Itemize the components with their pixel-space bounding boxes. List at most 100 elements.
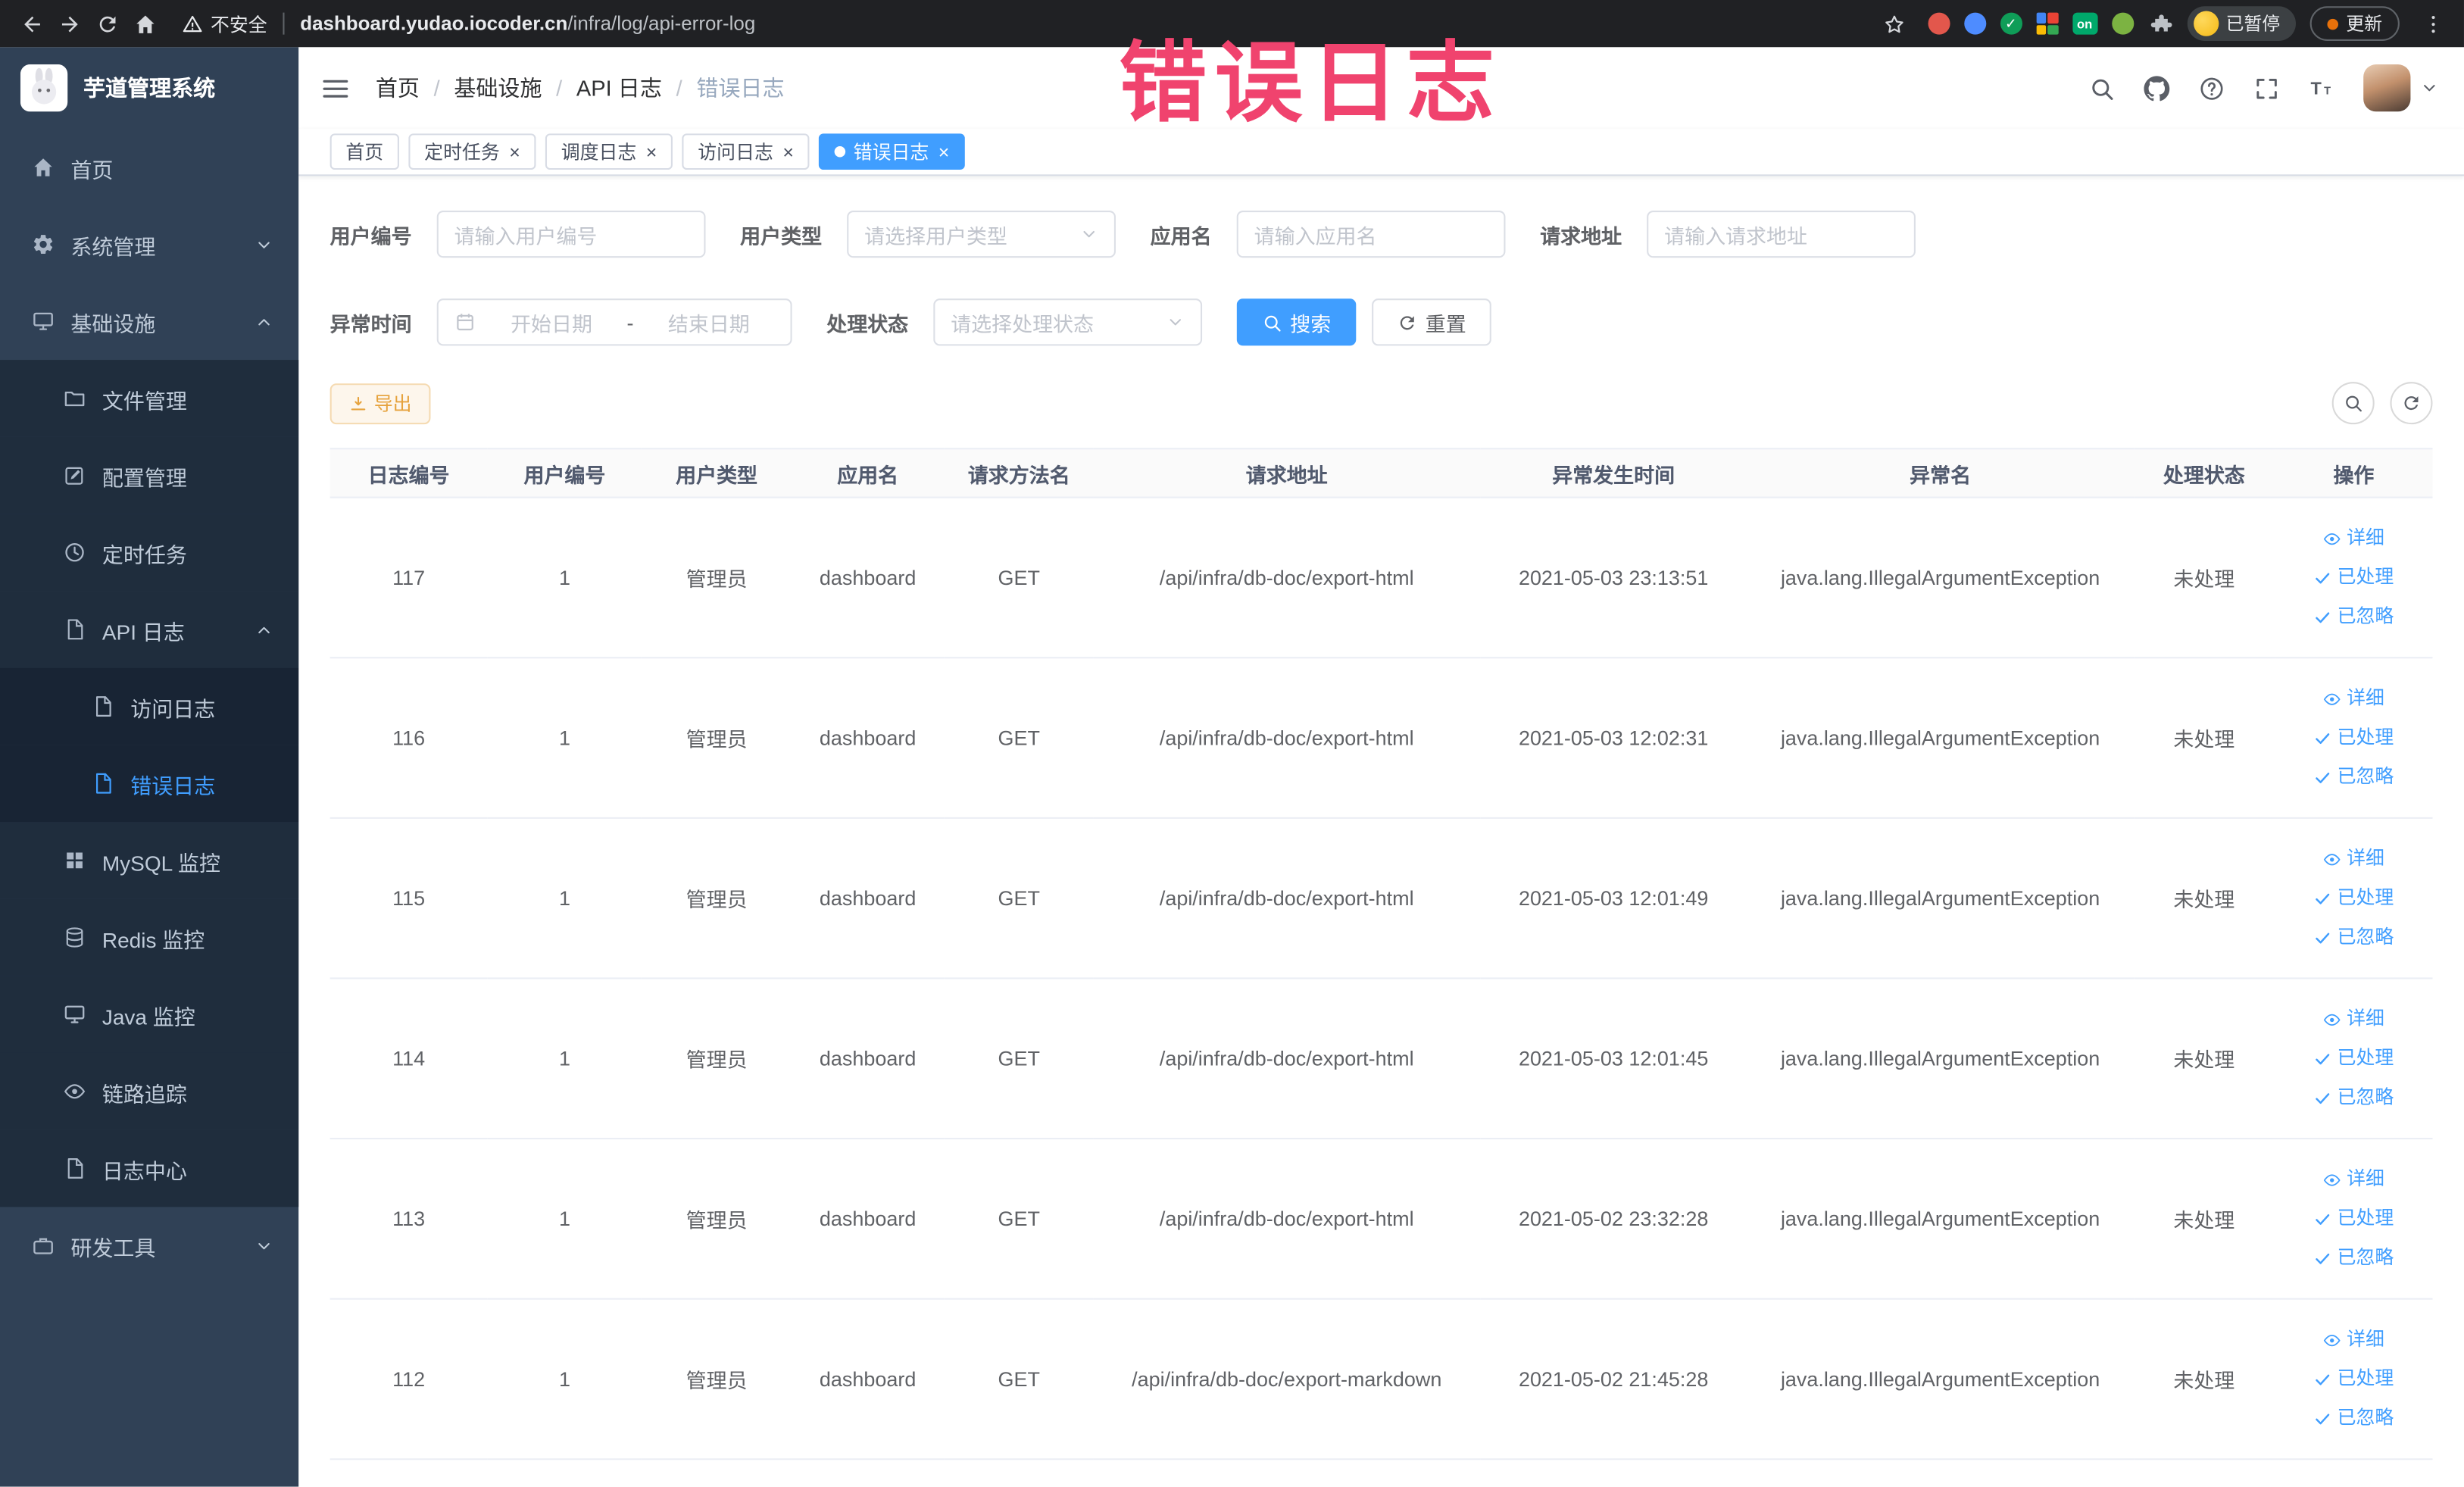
table-row: 113 1 管理员 dashboard GET/api/infra/db-doc/exp…: [329, 1139, 2433, 1300]
action-detail-link[interactable]: 详细: [2281, 839, 2426, 879]
font-size-button[interactable]: TT: [2309, 75, 2335, 102]
extension-blue-icon[interactable]: [1963, 12, 1986, 35]
action-ignored-link[interactable]: 已忽略: [2281, 1078, 2426, 1117]
profile-paused-chip[interactable]: 已暂停: [2186, 6, 2296, 41]
toggle-search-button[interactable]: [2331, 382, 2375, 425]
close-icon[interactable]: ×: [646, 142, 657, 161]
sidebar-item-job[interactable]: 定时任务: [0, 514, 299, 592]
chevron-down-icon: [255, 1236, 273, 1255]
extension-green-check-icon[interactable]: ✓: [2000, 12, 2022, 35]
app-title: 芋道管理系统: [83, 75, 216, 101]
action-ignored-link[interactable]: 已忽略: [2281, 1239, 2426, 1278]
breadcrumb-item[interactable]: 基础设施: [454, 72, 542, 103]
action-processed-link[interactable]: 已处理: [2281, 1039, 2426, 1078]
search-button[interactable]: [2088, 75, 2115, 102]
date-range-input[interactable]: 开始日期 - 结束日期: [436, 298, 792, 346]
sidebar-item-home[interactable]: 首页: [0, 129, 298, 206]
refresh-table-button[interactable]: [2390, 382, 2433, 425]
bookmark-star-icon[interactable]: [1875, 5, 1913, 42]
close-icon[interactable]: ×: [782, 142, 794, 161]
cell-user-id: 1: [487, 1139, 642, 1300]
action-detail-link[interactable]: 详细: [2281, 519, 2426, 558]
action-label: 已忽略: [2337, 925, 2394, 948]
extension-on-badge[interactable]: on: [2072, 12, 2097, 35]
action-label: 已处理: [2337, 1046, 2394, 1069]
github-button[interactable]: [2144, 75, 2170, 102]
close-icon[interactable]: ×: [938, 142, 950, 161]
app-name-input[interactable]: 请输入应用名: [1236, 210, 1506, 258]
filter-row-2: 异常时间 开始日期 - 结束日期 处理状态 请选择处理状态 搜索 重置: [330, 298, 2433, 346]
tab-job-log[interactable]: 调度日志 ×: [545, 133, 673, 170]
site-security-indicator[interactable]: 不安全: [183, 10, 267, 36]
sidebar-item-error-log[interactable]: 错误日志: [0, 745, 299, 823]
action-processed-link[interactable]: 已处理: [2281, 718, 2426, 758]
sidebar-item-mysql[interactable]: MySQL 监控: [0, 822, 299, 899]
app-logo[interactable]: 芋道管理系统: [0, 47, 298, 129]
sidebar-item-label: 文件管理: [101, 389, 187, 413]
sidebar-toggle-button[interactable]: [320, 73, 350, 102]
browser-refresh-button[interactable]: [88, 5, 126, 42]
extension-puzzle-icon[interactable]: [2147, 11, 2172, 36]
browser-home-button[interactable]: [126, 5, 164, 42]
action-processed-link[interactable]: 已处理: [2281, 1199, 2426, 1239]
browser-update-button[interactable]: 更新: [2309, 6, 2400, 41]
browser-menu-button[interactable]: [2414, 5, 2452, 42]
document-icon: [63, 617, 86, 641]
help-button[interactable]: [2198, 75, 2225, 102]
download-icon: [349, 394, 368, 413]
action-processed-link[interactable]: 已处理: [2281, 879, 2426, 918]
browser-back-button[interactable]: [13, 5, 51, 42]
action-ignored-link[interactable]: 已忽略: [2281, 758, 2426, 797]
extension-grid-icon[interactable]: [2036, 12, 2059, 35]
sidebar-item-access-log[interactable]: 访问日志: [0, 667, 299, 745]
sidebar-item-trace[interactable]: 链路追踪: [0, 1052, 299, 1130]
action-detail-link[interactable]: 详细: [2281, 1160, 2426, 1199]
sidebar-item-redis[interactable]: Redis 监控: [0, 898, 299, 976]
chevron-down-icon[interactable]: [2420, 79, 2439, 98]
action-processed-link[interactable]: 已处理: [2281, 1360, 2426, 1399]
tab-access-log[interactable]: 访问日志 ×: [682, 133, 810, 170]
table-row: 116 1 管理员 dashboard GET/api/infra/db-doc/exp…: [329, 658, 2433, 819]
process-status-select[interactable]: 请选择处理状态: [933, 298, 1203, 346]
reset-button[interactable]: 重置: [1372, 298, 1491, 346]
breadcrumb-item[interactable]: 首页: [376, 72, 420, 103]
address-bar[interactable]: dashboard.yudao.iocoder.cn/infra/log/api…: [300, 13, 755, 35]
sidebar-item-api-log[interactable]: API 日志: [0, 591, 299, 668]
tab-error-log[interactable]: 错误日志 ×: [819, 133, 966, 170]
tab-home[interactable]: 首页: [329, 133, 399, 170]
request-url-input[interactable]: 请输入请求地址: [1647, 210, 1916, 258]
cell-exception: java.lang.IllegalArgumentException: [1747, 1139, 2134, 1300]
user-type-select[interactable]: 请选择用户类型: [847, 210, 1116, 258]
action-detail-link[interactable]: 详细: [2281, 679, 2426, 718]
close-icon[interactable]: ×: [509, 142, 520, 161]
user-avatar[interactable]: [2363, 64, 2411, 112]
action-detail-link[interactable]: 详细: [2281, 1320, 2426, 1360]
extension-leaf-icon[interactable]: [2111, 12, 2134, 35]
tab-job[interactable]: 定时任务 ×: [408, 133, 536, 170]
search-button-label: 搜索: [1290, 311, 1332, 336]
cell-id: 117: [329, 497, 488, 659]
action-ignored-link[interactable]: 已忽略: [2281, 918, 2426, 957]
action-ignored-link[interactable]: 已忽略: [2281, 1398, 2426, 1438]
sidebar-item-dev-tools[interactable]: 研发工具: [0, 1207, 298, 1284]
export-button[interactable]: 导出: [329, 383, 431, 424]
sidebar-item-java[interactable]: Java 监控: [0, 976, 299, 1053]
browser-forward-button[interactable]: [50, 5, 88, 42]
cell-app: dashboard: [791, 817, 945, 979]
sidebar-item-config[interactable]: 配置管理: [0, 436, 299, 514]
action-detail-link[interactable]: 详细: [2281, 999, 2426, 1039]
action-ignored-link[interactable]: 已忽略: [2281, 597, 2426, 636]
extension-red-icon[interactable]: [1927, 12, 1950, 35]
tab-label: 错误日志: [853, 141, 929, 164]
sidebar-item-system[interactable]: 系统管理: [0, 206, 298, 283]
sidebar-item-infra[interactable]: 基础设施: [0, 283, 298, 360]
action-processed-link[interactable]: 已处理: [2281, 558, 2426, 597]
breadcrumb-item[interactable]: API 日志: [576, 72, 662, 103]
fullscreen-button[interactable]: [2253, 75, 2280, 102]
sidebar-item-log-center[interactable]: 日志中心: [0, 1129, 299, 1207]
filter-user-id: 用户编号 请输入用户编号: [330, 210, 706, 258]
sidebar-item-file[interactable]: 文件管理: [0, 360, 299, 437]
user-id-input[interactable]: 请输入用户编号: [436, 210, 706, 258]
search-button[interactable]: 搜索: [1236, 298, 1357, 346]
action-label: 详细: [2347, 847, 2384, 870]
